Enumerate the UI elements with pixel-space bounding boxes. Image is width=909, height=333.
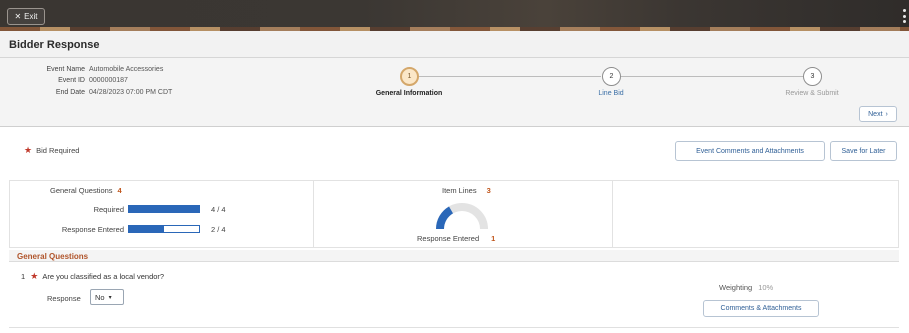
- event-name-value: Automobile Accessories: [89, 66, 164, 73]
- bid-summary-panel: General Questions 4 Required 4 / 4 Respon…: [9, 180, 899, 248]
- bid-required-label: Bid Required: [36, 146, 80, 155]
- required-star-icon: ★: [30, 271, 39, 281]
- event-name-row: Event Name Automobile Accessories: [0, 66, 163, 73]
- item-lines-label: Item Lines: [442, 186, 477, 195]
- question-number: 1: [21, 272, 26, 281]
- step-3-indicator[interactable]: 3: [803, 67, 822, 86]
- chevron-down-icon: ▾: [108, 294, 112, 301]
- next-button[interactable]: Next ›: [859, 106, 897, 122]
- end-date-label: End Date: [55, 89, 85, 96]
- event-id-label: Event ID: [58, 77, 85, 84]
- bid-required-note: ★ Bid Required: [24, 145, 79, 156]
- response-label: Response: [47, 294, 81, 303]
- weighting-value: 10%: [758, 283, 774, 292]
- response-entered-progress-bar: [128, 225, 200, 233]
- event-id-value: 0000000187: [89, 77, 128, 84]
- end-date-value: 04/28/2023 07:00 PM CDT: [89, 89, 173, 96]
- response-entered-value: 2 / 4: [211, 225, 226, 234]
- title-bar: Bidder Response: [0, 31, 909, 58]
- step-2-indicator[interactable]: 2: [602, 67, 621, 86]
- exit-label: Exit: [24, 12, 38, 21]
- step-connector: [419, 76, 601, 77]
- section-divider: [9, 327, 899, 328]
- step-2-label[interactable]: Line Bid: [598, 90, 623, 97]
- lines-response-label: Response Entered: [417, 234, 480, 243]
- item-lines-count: 3: [486, 186, 491, 195]
- page-title: Bidder Response: [9, 39, 100, 51]
- event-comments-attachments-button[interactable]: Event Comments and Attachments: [675, 141, 825, 161]
- response-select-value: No: [95, 292, 105, 302]
- summary-divider: [612, 181, 613, 247]
- chevron-right-icon: ›: [885, 110, 888, 118]
- weighting-info: Weighting 10%: [719, 283, 773, 292]
- event-name-label: Event Name: [46, 66, 85, 73]
- save-for-later-button[interactable]: Save for Later: [830, 141, 897, 161]
- response-entered-progress-fill: [129, 226, 164, 232]
- question-text: Are you classified as a local vendor?: [42, 272, 165, 281]
- required-progress-fill: [129, 206, 199, 212]
- lines-response-summary: Response Entered 1: [417, 234, 495, 243]
- item-lines-summary: Item Lines 3: [442, 186, 491, 195]
- question-1: 1 ★ Are you classified as a local vendor?: [21, 271, 164, 282]
- required-label: Required: [93, 205, 124, 214]
- required-progress-bar: [128, 205, 200, 213]
- step-3-label[interactable]: Review & Submit: [785, 90, 838, 97]
- weighting-label: Weighting: [719, 283, 753, 292]
- general-questions-label: General Questions: [50, 186, 113, 195]
- required-value: 4 / 4: [211, 205, 226, 214]
- event-id-row: Event ID 0000000187: [0, 77, 128, 84]
- required-star-icon: ★: [24, 145, 33, 155]
- section-title: General Questions: [17, 252, 89, 261]
- more-actions-icon[interactable]: [902, 9, 906, 23]
- close-icon: ✕: [14, 12, 22, 21]
- general-questions-section-header: General Questions: [9, 250, 899, 262]
- exit-button[interactable]: ✕ Exit: [7, 8, 45, 25]
- step-1-label: General Information: [375, 90, 443, 97]
- item-lines-gauge: [436, 203, 488, 230]
- lines-response-count: 1: [491, 234, 496, 243]
- response-entered-label: Response Entered: [61, 225, 124, 234]
- step-1-indicator: 1: [400, 67, 419, 86]
- top-banner: ✕ Exit: [0, 0, 909, 31]
- step-connector: [621, 76, 803, 77]
- general-questions-summary: General Questions 4: [50, 186, 122, 195]
- comments-attachments-button[interactable]: Comments & Attachments: [703, 300, 819, 317]
- summary-divider: [313, 181, 314, 247]
- general-questions-count: 4: [117, 186, 122, 195]
- response-select[interactable]: No ▾: [90, 289, 124, 305]
- gauge-fill: [436, 206, 454, 230]
- next-label: Next: [868, 110, 883, 118]
- end-date-row: End Date 04/28/2023 07:00 PM CDT: [0, 89, 172, 96]
